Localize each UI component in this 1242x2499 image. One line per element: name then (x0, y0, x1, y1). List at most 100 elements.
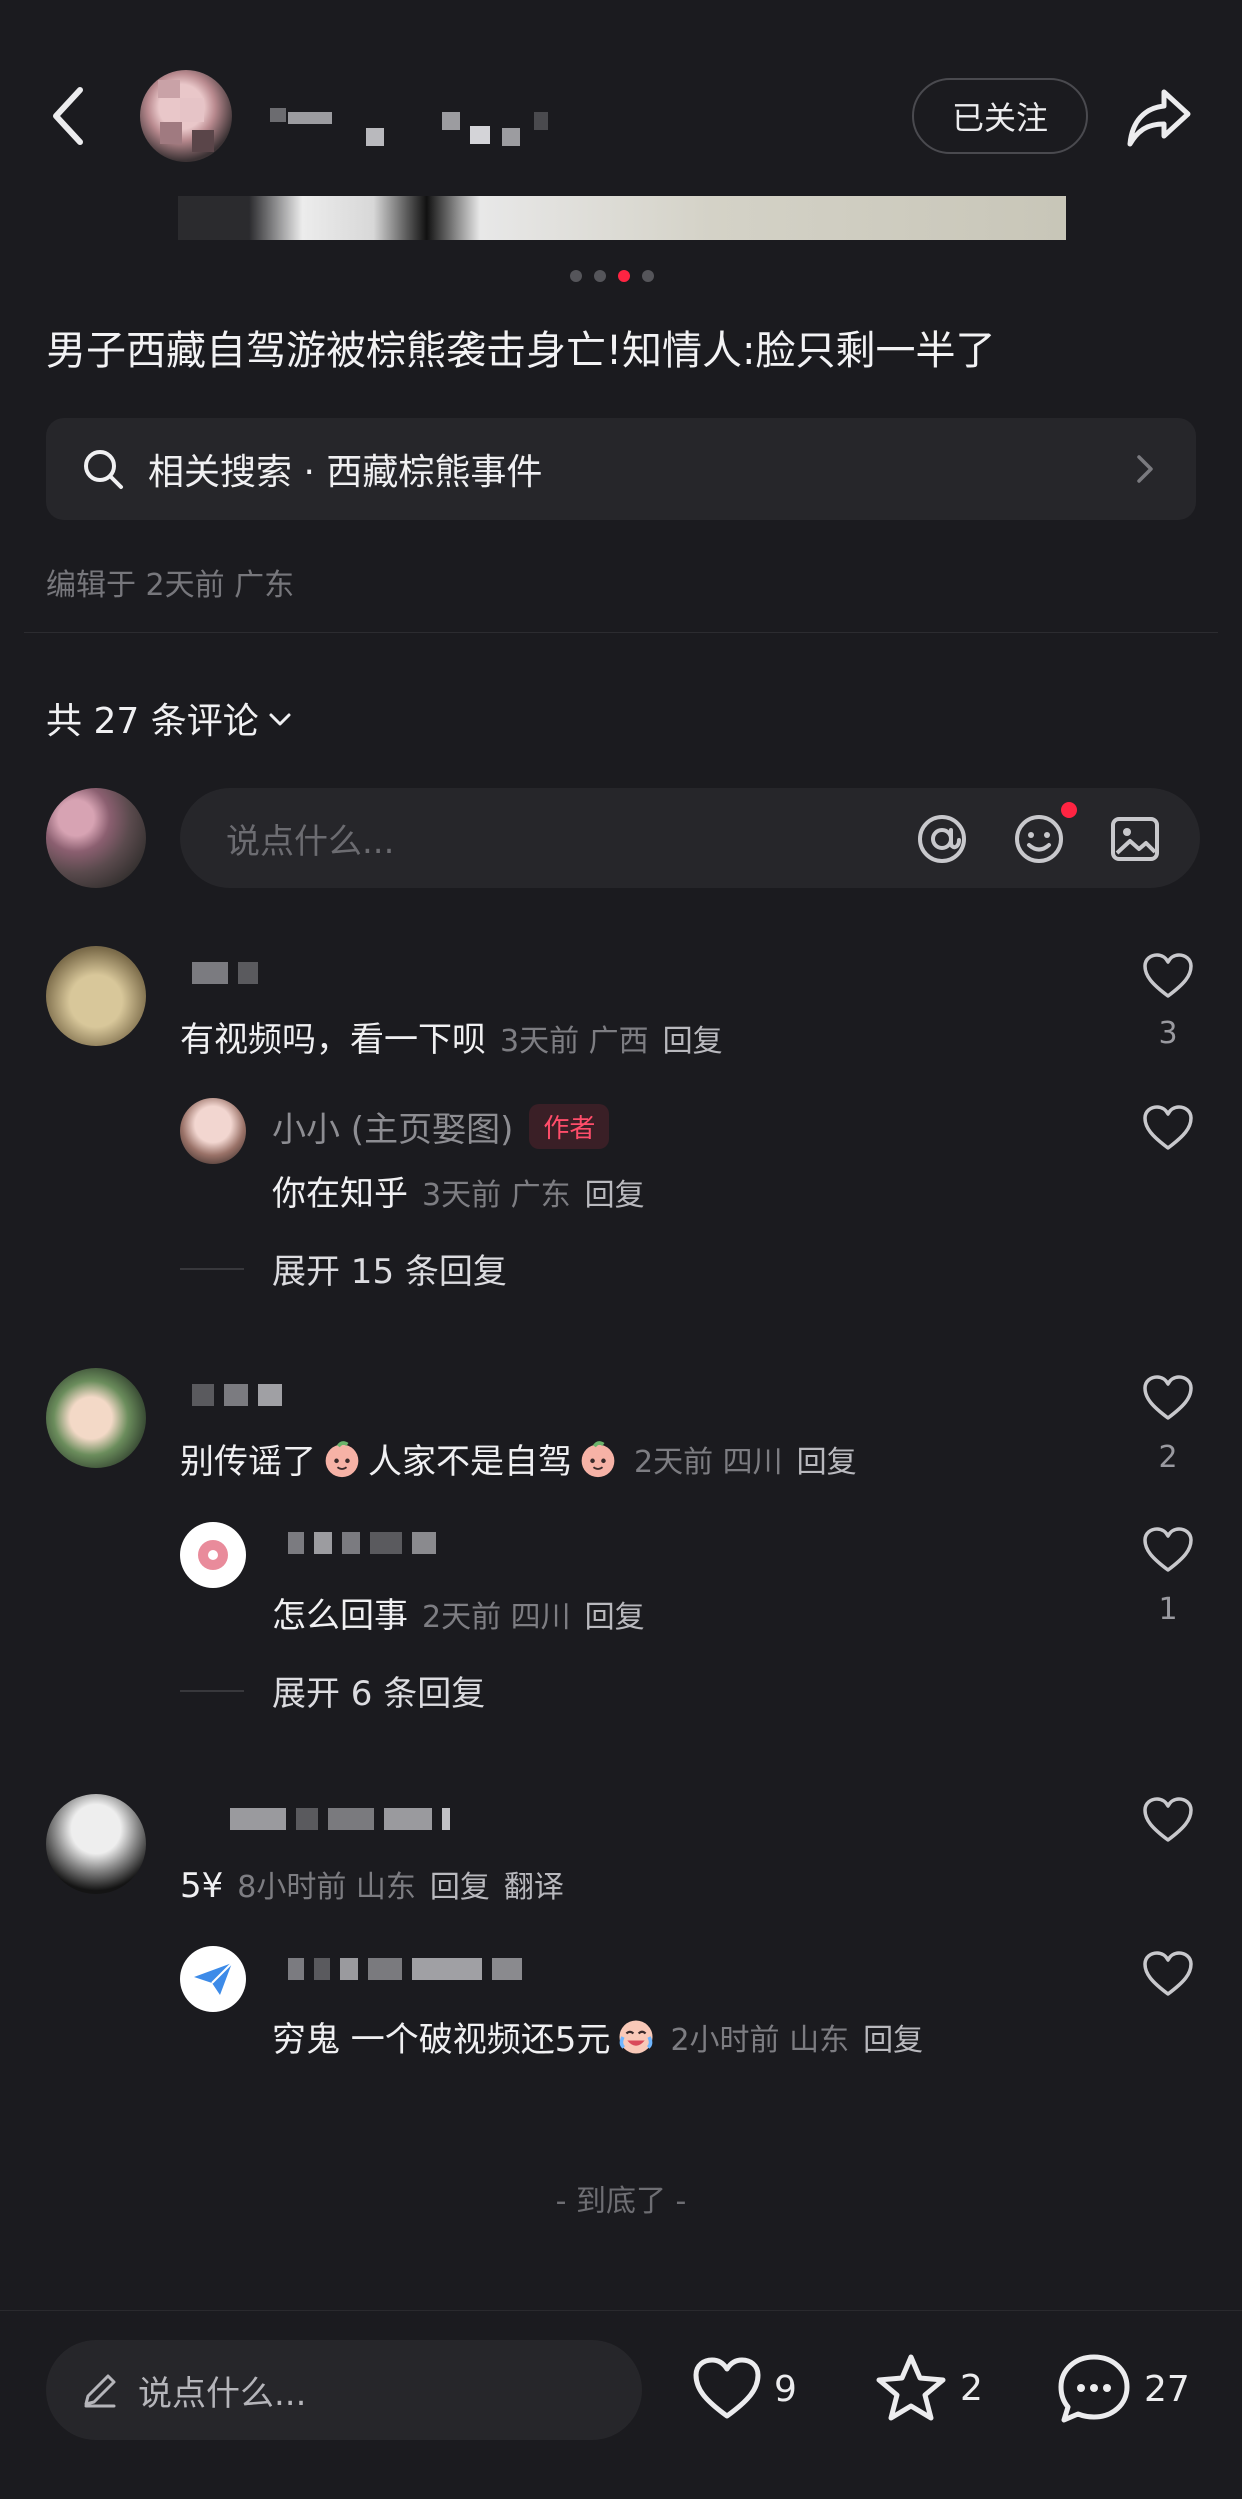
related-search-bar[interactable]: 相关搜索 · 西藏棕熊事件 (46, 418, 1196, 520)
heart-icon (1143, 1951, 1193, 1996)
comment-text-part: 别传谣了 (180, 1442, 316, 1482)
comment-meta: 8小时前 山东 (237, 1870, 416, 1905)
author-badge: 作者 (529, 1104, 610, 1149)
author-name-blurred[interactable] (270, 108, 550, 148)
heart-icon (693, 2357, 761, 2419)
heart-icon (1143, 1527, 1193, 1572)
replier-avatar[interactable] (180, 1098, 246, 1164)
reply-button[interactable]: 回复 (663, 1016, 723, 1060)
reply-author-name[interactable]: 小小 (主页娶图) (272, 1102, 513, 1151)
notification-dot (1061, 802, 1077, 818)
reply-row[interactable]: 怎么回事 2天前 四川 回复 (272, 1588, 645, 1637)
carousel-dot (570, 270, 582, 282)
like-button[interactable] (1142, 1526, 1194, 1578)
reply-button[interactable]: 回复 (863, 2015, 923, 2059)
post-image[interactable] (178, 196, 1066, 240)
heart-icon (1143, 1375, 1193, 1420)
divider (24, 632, 1218, 633)
at-mention-icon[interactable] (915, 812, 969, 866)
expand-replies[interactable]: 展开 15 条回复 (180, 1244, 507, 1293)
bottom-comment-input[interactable]: 说点什么... (46, 2340, 642, 2440)
related-search-label: 相关搜索 · 西藏棕熊事件 (148, 452, 543, 493)
like-button[interactable] (1142, 952, 1194, 1004)
chevron-down-icon (267, 698, 293, 739)
commenter-name-blurred[interactable] (230, 1806, 450, 1832)
comment-post-button[interactable]: 27 (1056, 2352, 1190, 2426)
expand-replies[interactable]: 展开 6 条回复 (180, 1666, 485, 1715)
post-title: 男子西藏自驾游被棕熊袭击身亡!知情人:脸只剩一半了 (46, 328, 996, 374)
comment-meta: 2天前 四川 (634, 1444, 783, 1480)
my-avatar (46, 788, 146, 888)
heart-icon (1143, 953, 1193, 998)
comment-row[interactable]: 有视频吗，看一下呗 3天前 广西 回复 (180, 1012, 723, 1061)
expand-line (180, 1267, 244, 1270)
like-count: 2 (1158, 1440, 1178, 1475)
like-post-button[interactable]: 9 (692, 2356, 797, 2422)
peach-emoji-icon (581, 1440, 615, 1477)
reply-row[interactable]: 穷鬼 一个破视频还5元 2小时前 山东 回复 (272, 2012, 923, 2061)
expand-replies-label: 展开 15 条回复 (272, 1252, 507, 1292)
commenter-avatar[interactable] (46, 946, 146, 1046)
heart-icon (1143, 1797, 1193, 1842)
reply-text: 怎么回事 (272, 1596, 408, 1636)
emoji-icon[interactable] (1012, 812, 1066, 866)
comment-text-part: 人家不是自驾 (368, 1442, 572, 1482)
like-count: 3 (1158, 1016, 1178, 1051)
commenter-avatar[interactable] (46, 1368, 146, 1468)
donut-icon (198, 1540, 228, 1570)
end-of-list-label: - 到底了 - (555, 2184, 687, 2219)
author-avatar[interactable] (140, 70, 232, 162)
peach-emoji-icon (325, 1440, 359, 1477)
replier-name-blurred[interactable] (288, 1956, 522, 1982)
expand-line (180, 1689, 244, 1692)
comment-count-sort[interactable]: 共 27 条评论 (46, 692, 293, 744)
reply-row[interactable]: 你在知乎 3天前 广东 回复 (272, 1166, 645, 1215)
reply-button[interactable]: 回复 (430, 1862, 490, 1906)
comment-meta: 3天前 广西 (500, 1024, 649, 1059)
replier-avatar[interactable] (180, 1522, 246, 1588)
reply-text: 你在知乎 (272, 1174, 408, 1214)
commenter-name-blurred[interactable] (192, 960, 258, 986)
heart-icon (1143, 1105, 1193, 1150)
commenter-name-blurred[interactable] (192, 1382, 282, 1408)
post-edit-meta: 编辑于 2天前 广东 (46, 568, 295, 603)
star-icon (876, 2354, 946, 2421)
replier-avatar[interactable] (180, 1946, 246, 2012)
reply-button[interactable]: 回复 (585, 1592, 645, 1636)
follow-button[interactable]: 已关注 (912, 78, 1088, 154)
comment-bubble-icon (1058, 2354, 1130, 2423)
comment-row[interactable]: 别传谣了 人家不是自驾 2天前 四川 回复 (180, 1434, 857, 1483)
post-favorite-count: 2 (960, 2367, 983, 2409)
post-comment-count: 27 (1144, 2368, 1190, 2410)
post-like-count: 9 (774, 2368, 797, 2410)
reply-button[interactable]: 回复 (797, 1437, 857, 1481)
favorite-post-button[interactable]: 2 (874, 2352, 983, 2424)
reply-meta: 3天前 广东 (422, 1178, 571, 1213)
crying-laugh-emoji-icon (619, 2019, 653, 2054)
search-icon (82, 448, 124, 490)
comment-text: 有视频吗，看一下呗 (180, 1020, 486, 1060)
carousel-dot (642, 270, 654, 282)
image-icon[interactable] (1108, 812, 1162, 866)
like-button[interactable] (1142, 1374, 1194, 1426)
back-icon[interactable] (40, 82, 100, 152)
like-button[interactable] (1142, 1104, 1194, 1156)
comment-input-placeholder: 说点什么... (226, 821, 395, 862)
reply-author-row: 小小 (主页娶图) 作者 (272, 1102, 610, 1151)
paper-plane-icon (194, 1962, 233, 1995)
reply-button[interactable]: 回复 (585, 1170, 645, 1214)
carousel-dot-active (618, 270, 630, 282)
commenter-avatar[interactable] (46, 1794, 146, 1894)
share-icon[interactable] (1124, 84, 1194, 150)
translate-button[interactable]: 翻译 (504, 1862, 564, 1906)
like-button[interactable] (1142, 1950, 1194, 2002)
comment-count-label: 共 27 条评论 (46, 701, 259, 742)
expand-replies-label: 展开 6 条回复 (272, 1674, 486, 1714)
replier-name-blurred[interactable] (288, 1530, 436, 1556)
like-button[interactable] (1142, 1796, 1194, 1848)
chevron-right-icon (1134, 452, 1156, 486)
comment-row[interactable]: 5¥ 8小时前 山东 回复 翻译 (180, 1862, 564, 1906)
carousel-indicator (570, 270, 654, 282)
like-count: 1 (1158, 1592, 1178, 1627)
comment-input[interactable]: 说点什么... (180, 788, 1200, 888)
